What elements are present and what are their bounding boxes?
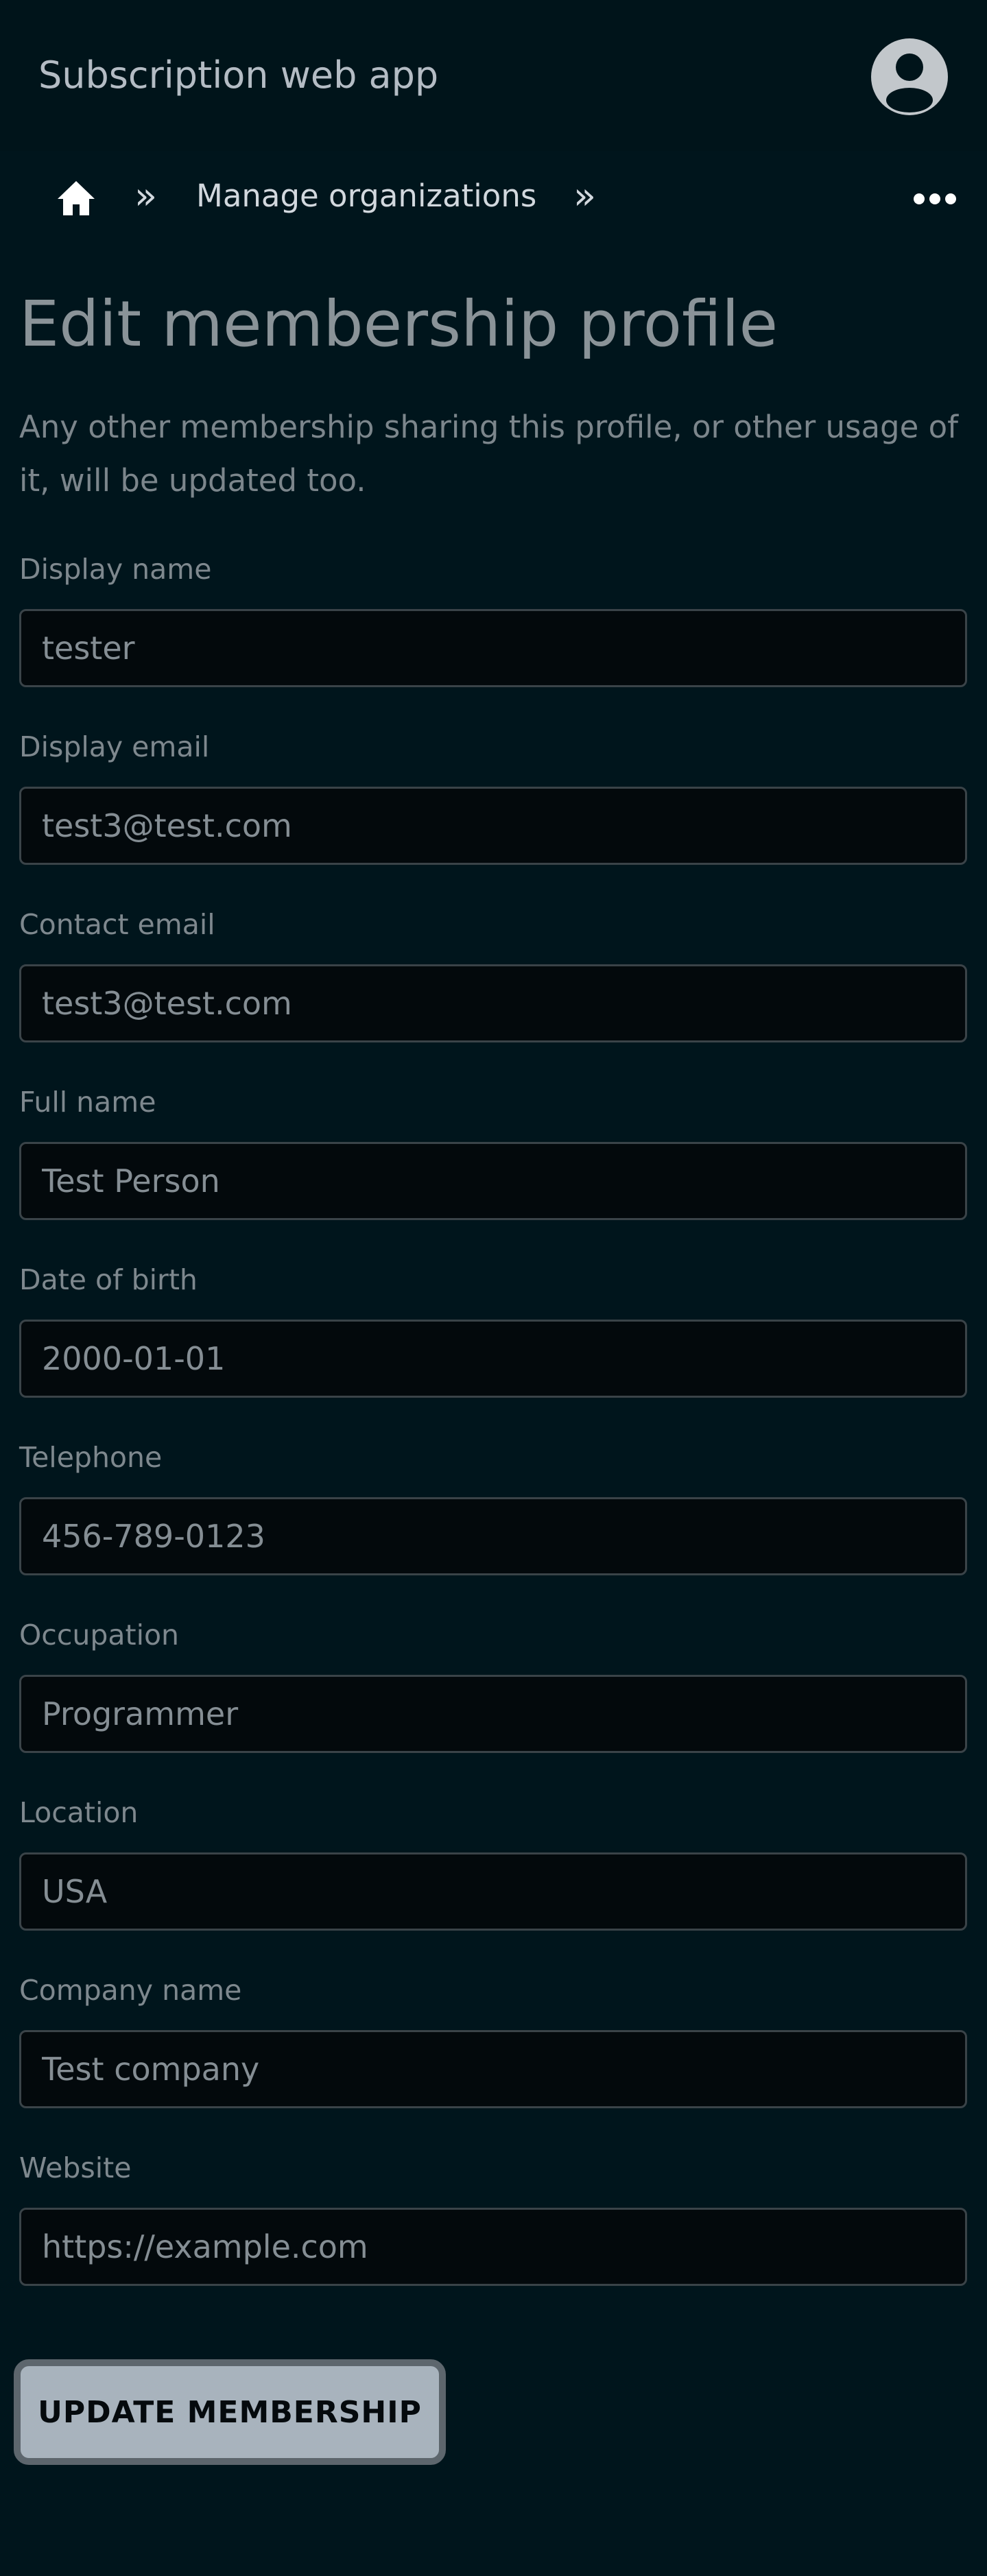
occupation-label: Occupation (19, 1619, 180, 1651)
contact-email-input[interactable] (19, 964, 967, 1042)
app-bar: Subscription web app (0, 0, 987, 151)
display-email-label: Display email (19, 730, 210, 763)
date-of-birth-input[interactable] (19, 1320, 967, 1398)
page-title: Edit membership profile (19, 287, 778, 361)
location-input[interactable] (19, 1852, 967, 1931)
date-of-birth-label: Date of birth (19, 1263, 198, 1296)
more-horizontal-icon[interactable] (912, 184, 958, 214)
telephone-label: Telephone (19, 1441, 163, 1474)
account-circle-icon[interactable] (870, 37, 949, 117)
full-name-input[interactable] (19, 1142, 967, 1220)
breadcrumb-item-manage-organizations[interactable]: Manage organizations (196, 176, 536, 217)
app-title[interactable]: Subscription web app (38, 53, 438, 97)
website-input[interactable] (19, 2208, 967, 2286)
company-name-label: Company name (19, 1974, 242, 2007)
location-label: Location (19, 1796, 139, 1829)
display-email-input[interactable] (19, 787, 967, 865)
update-membership-button[interactable]: UPDATE MEMBERSHIP (14, 2359, 446, 2465)
website-label: Website (19, 2151, 132, 2184)
display-name-input[interactable] (19, 609, 967, 687)
display-name-label: Display name (19, 553, 212, 586)
breadcrumb-separator: » (134, 174, 158, 217)
contact-email-label: Contact email (19, 908, 215, 941)
telephone-input[interactable] (19, 1497, 967, 1575)
company-name-input[interactable] (19, 2030, 967, 2108)
breadcrumb-separator: » (573, 174, 597, 217)
full-name-label: Full name (19, 1086, 156, 1119)
home-icon[interactable] (56, 180, 96, 217)
page-description: Any other membership sharing this profil… (19, 409, 958, 499)
occupation-input[interactable] (19, 1675, 967, 1753)
